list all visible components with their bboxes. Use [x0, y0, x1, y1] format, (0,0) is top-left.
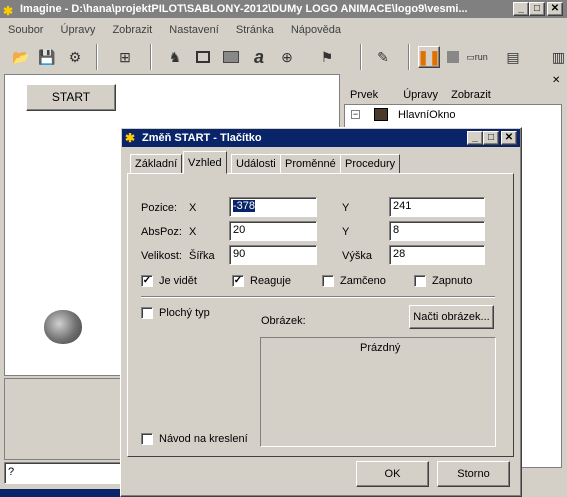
settings-icon[interactable]: ✎ — [372, 46, 394, 68]
velikost-label: Velikost: — [141, 250, 182, 262]
button-tool-icon[interactable] — [192, 46, 214, 68]
abspoz-x-label: X — [189, 226, 197, 238]
main-menu-bar: Soubor Úpravy Zobrazit Nastavení Stránka… — [8, 24, 355, 36]
main-window-title: Imagine - D:\hana\projektPILOT\SABLONY-2… — [20, 3, 468, 15]
tree-panel-menu: Prvek Úpravy Zobrazit — [350, 89, 505, 101]
vyska-label: Výška — [342, 250, 372, 262]
menu-upravy[interactable]: Úpravy — [61, 24, 96, 36]
package-icon[interactable]: ⚙ — [64, 46, 86, 68]
ok-button[interactable]: OK — [356, 461, 429, 487]
menu-nastaveni[interactable]: Nastavení — [169, 24, 219, 36]
pozice-x-value: -378 — [233, 200, 256, 212]
pozice-label: Pozice: — [141, 202, 178, 214]
menu-soubor[interactable]: Soubor — [8, 24, 43, 36]
plochy-typ-label: Plochý typ — [159, 307, 210, 319]
zamceno-checkbox[interactable] — [322, 275, 334, 287]
dialog-maximize-button[interactable]: □ — [483, 131, 499, 145]
dialog-icon: ✱ — [125, 131, 136, 145]
zapnuto-checkbox[interactable] — [414, 275, 426, 287]
window-node-icon — [374, 108, 388, 121]
asteroid-image — [44, 310, 82, 344]
tree-menu-zobrazit[interactable]: Zobrazit — [451, 89, 491, 101]
pozice-x-label: X — [189, 202, 197, 214]
pause-icon[interactable]: ❚❚ — [417, 46, 441, 68]
navod-label: Návod na kreslení — [159, 433, 248, 445]
tree-menu-upravy[interactable]: Úpravy — [403, 89, 438, 101]
sirka-label: Šířka — [189, 250, 215, 262]
tab-vzhled[interactable]: Vzhled — [183, 151, 227, 174]
close-button[interactable]: ✕ — [547, 2, 563, 16]
abspoz-y-label: Y — [342, 226, 350, 238]
load-image-button[interactable]: Načti obrázek... — [409, 305, 494, 329]
divider — [141, 296, 495, 298]
tree-node-hlavniokno[interactable]: HlavníOkno — [398, 109, 455, 121]
run-icon[interactable]: ▭run — [466, 46, 488, 68]
open-folder-icon[interactable]: 📂 — [10, 46, 32, 68]
je-videt-checkbox[interactable]: ✓ — [141, 275, 153, 287]
main-title-bar: ✱ Imagine - D:\hana\projektPILOT\SABLONY… — [0, 0, 567, 18]
zapnuto-label: Zapnuto — [432, 275, 473, 287]
pozice-x-input[interactable]: -378 — [229, 197, 317, 217]
dialog-minimize-button[interactable]: _ — [467, 131, 483, 145]
abspoz-x-input[interactable]: 20 — [229, 221, 317, 241]
image-preview-empty-label: Prázdný — [360, 342, 401, 354]
reaguje-checkbox[interactable]: ✓ — [232, 275, 244, 287]
dialog-close-button[interactable]: ✕ — [501, 131, 517, 145]
menu-napoveda[interactable]: Nápověda — [291, 24, 341, 36]
stop-icon[interactable] — [442, 46, 464, 68]
status-strip — [0, 489, 120, 497]
turtle-icon[interactable]: ♞ — [164, 46, 186, 68]
start-button[interactable]: START — [26, 84, 116, 111]
pozice-y-input[interactable]: 241 — [389, 197, 485, 217]
tab-udalosti[interactable]: Události — [231, 154, 281, 174]
menu-stranka[interactable]: Stránka — [236, 24, 274, 36]
dialog-title-bar: ✱ Změň START - Tlačítko — [122, 129, 520, 147]
app-icon: ✱ — [3, 4, 14, 18]
rectangle-tool-icon[interactable] — [220, 46, 242, 68]
cancel-button[interactable]: Storno — [437, 461, 510, 487]
window-icon[interactable]: ▤ — [502, 46, 524, 68]
abspoz-y-input[interactable]: 8 — [389, 221, 485, 241]
tree-icon[interactable]: ⊞ — [114, 46, 136, 68]
menu-zobrazit[interactable]: Zobrazit — [112, 24, 152, 36]
navod-checkbox[interactable] — [141, 433, 153, 445]
zamceno-label: Zamčeno — [340, 275, 386, 287]
tab-procedury[interactable]: Procedury — [340, 154, 401, 174]
pozice-y-label: Y — [342, 202, 350, 214]
tree-expand-icon[interactable]: − — [351, 110, 360, 119]
abspoz-label: AbsPoz: — [141, 226, 182, 238]
text-tool-icon[interactable]: a — [248, 46, 270, 68]
vyska-input[interactable]: 28 — [389, 245, 485, 265]
net-tool-icon[interactable]: ⚑ — [316, 46, 338, 68]
command-line-input[interactable]: ? — [4, 462, 124, 484]
reaguje-label: Reaguje — [250, 275, 291, 287]
tab-zakladni[interactable]: Základní — [130, 154, 183, 174]
media-tool-icon[interactable]: ⊕ — [276, 46, 298, 68]
dialog-title: Změň START - Tlačítko — [142, 132, 262, 144]
tab-promenne[interactable]: Proměnné — [280, 154, 341, 174]
tree-menu-prvek[interactable]: Prvek — [350, 89, 378, 101]
minimize-button[interactable]: _ — [513, 2, 529, 16]
plochy-typ-checkbox[interactable] — [141, 307, 153, 319]
obrazek-label: Obrázek: — [261, 315, 306, 327]
maximize-button[interactable]: □ — [529, 2, 545, 16]
panel-icon[interactable]: ▥ — [550, 46, 567, 68]
tree-panel-close-icon[interactable]: ✕ — [552, 75, 560, 86]
je-videt-label: Je vidět — [159, 275, 197, 287]
sirka-input[interactable]: 90 — [229, 245, 317, 265]
save-icon[interactable]: 💾 — [36, 46, 58, 68]
